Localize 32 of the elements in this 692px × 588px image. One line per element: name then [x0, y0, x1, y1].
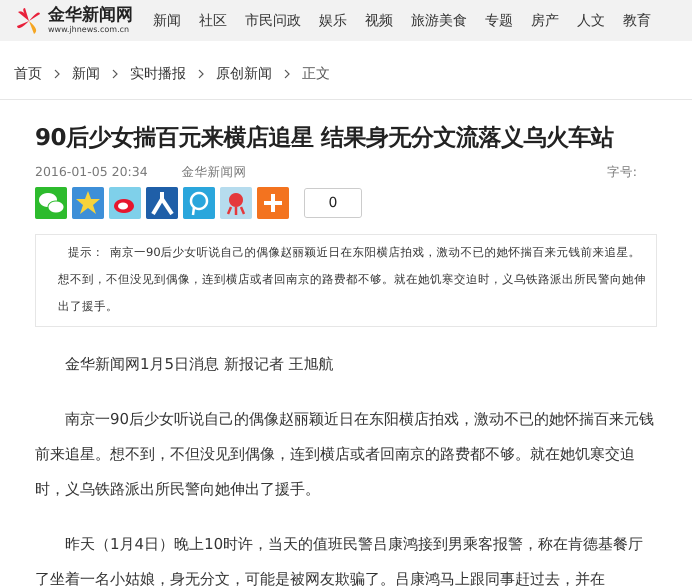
nav-link[interactable]: 社区: [199, 12, 227, 30]
nav-link[interactable]: 旅游美食: [411, 12, 467, 30]
article-paragraph: 南京一90后少女听说自己的偶像赵丽颖近日在东阳横店拍戏，激动不已的她怀揣百来元钱前来追星。想不到，不但没见到偶像，连到横店或者回南京的路费都不够。就在她饥寒交迫时，义乌铁路派出所民警向她伸出了援手。: [35, 409, 656, 500]
chevron-icon: [198, 69, 204, 79]
article-title: 90后少女揣百元来横店追星 结果身无分文流落义乌火车站: [35, 124, 615, 153]
summary-text: 提示： 南京一90后少女听说自己的偶像赵丽颖近日在东阳横店拍戏，激动不已的她怀揣百来元钱前来追星。想不到，不但没见到偶像，连到横店或者回南京的路费都不够。就在她饥寒交迫时，义乌铁路派出所民警向她伸出了援手。: [58, 244, 646, 315]
logo-url: www.jhnews.com.cn: [48, 26, 130, 34]
logo-name[interactable]: 金华新闻网: [48, 7, 133, 24]
article-source: 金华新闻网: [182, 164, 247, 181]
nav-link[interactable]: 专题: [485, 12, 513, 30]
breadcrumb-link[interactable]: 原创新闻: [216, 65, 272, 83]
breadcrumb-link[interactable]: 实时播报: [130, 65, 186, 83]
share-wechat-icon[interactable]: [35, 187, 67, 219]
nav-link[interactable]: 市民问政: [245, 12, 301, 30]
font-size-label: 字号:: [606, 164, 637, 181]
chevron-icon: [284, 69, 290, 79]
article-paragraph: 金华新闻网1月5日消息 新报记者 王旭航: [64, 354, 335, 375]
share-count: 0: [304, 188, 362, 218]
nav-link[interactable]: 娱乐: [319, 12, 347, 30]
publish-date: 2016-01-05 20:34: [35, 164, 148, 181]
share-more-icon[interactable]: [257, 187, 289, 219]
article-paragraph: 昨天（1月4日）晚上10时许，当天的值班民警吕康鸿接到男乘客报警，称在肯德基餐厅了坐着一名小姑娘，身无分文，可能是被网友欺骗了。吕康鸿马上跟同事赶过去，并在: [35, 534, 644, 588]
nav-link[interactable]: 视频: [365, 12, 393, 30]
breadcrumb-link[interactable]: 新闻: [72, 65, 100, 83]
nav-link[interactable]: 房产: [531, 12, 559, 30]
chevron-icon: [54, 69, 60, 79]
nav-link[interactable]: 新闻: [153, 12, 181, 30]
nav-link[interactable]: 教育: [623, 12, 651, 30]
chevron-icon: [112, 69, 118, 79]
nav-link[interactable]: 人文: [577, 12, 605, 30]
breadcrumb-link[interactable]: 首页: [14, 65, 42, 83]
breadcrumb-link[interactable]: 正文: [302, 65, 330, 83]
